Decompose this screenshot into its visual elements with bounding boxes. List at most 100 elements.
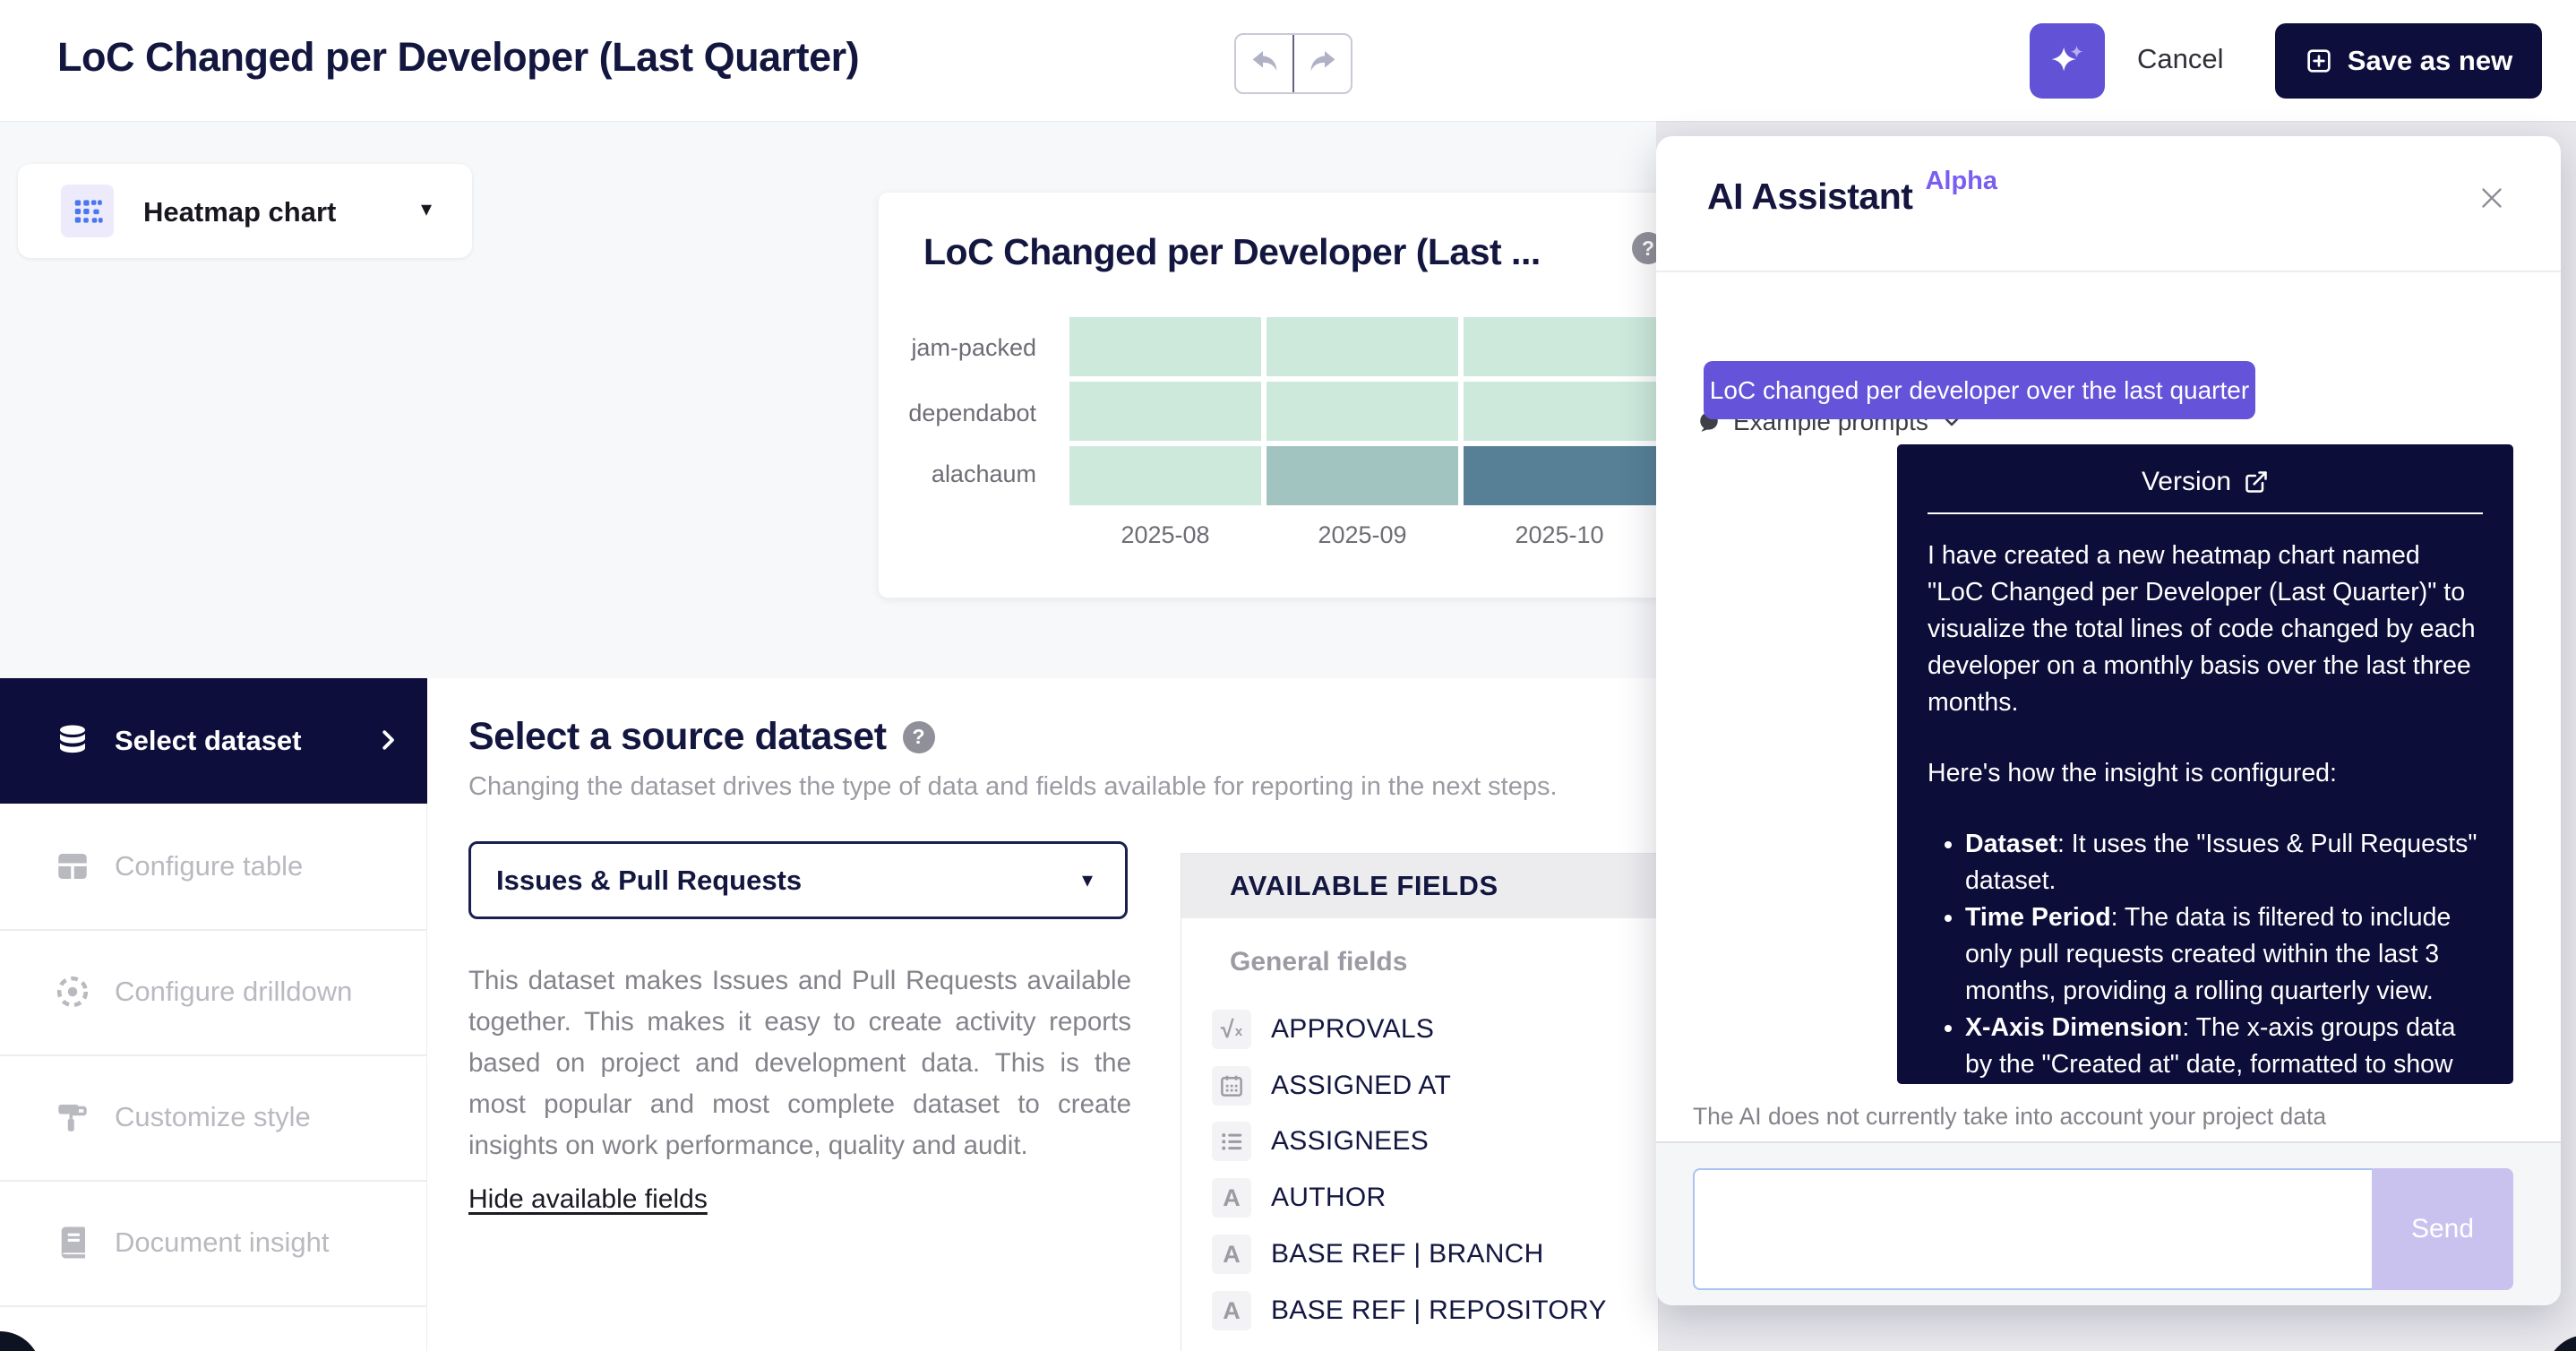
dataset-help-icon[interactable]: ? bbox=[903, 721, 935, 753]
ai-input-footer: Send bbox=[1656, 1141, 2561, 1305]
add-square-icon bbox=[2305, 47, 2333, 75]
sidebar-item-customize-style[interactable]: Customize style bbox=[0, 1054, 427, 1180]
send-button[interactable]: Send bbox=[2372, 1168, 2513, 1290]
dataset-select[interactable]: Issues & Pull Requests ▾ bbox=[468, 841, 1128, 919]
wizard-sidebar: Select dataset Configure table Configure… bbox=[0, 678, 427, 1351]
drilldown-target-icon bbox=[54, 973, 91, 1011]
available-fields-header: AVAILABLE FIELDS bbox=[1181, 854, 1658, 918]
sidebar-item-label: Select dataset bbox=[115, 725, 302, 757]
dataset-subtitle: Changing the dataset drives the type of … bbox=[468, 772, 1558, 802]
heatmap-col-label: 2025-10 bbox=[1464, 521, 1655, 549]
book-icon bbox=[54, 1224, 91, 1261]
calendar-icon bbox=[1212, 1066, 1251, 1106]
chart-type-label: Heatmap chart bbox=[143, 196, 336, 228]
sidebar-item-select-dataset[interactable]: Select dataset bbox=[0, 678, 427, 804]
ai-prompt-input[interactable] bbox=[1693, 1168, 2372, 1290]
hide-available-fields-link[interactable]: Hide available fields bbox=[468, 1184, 708, 1215]
ai-message-bullet: Time Period: The data is filtered to inc… bbox=[1965, 899, 2483, 1010]
sidebar-item-label: Configure drilldown bbox=[115, 976, 352, 1008]
ai-assistant-button[interactable] bbox=[2030, 23, 2105, 99]
heatmap-cell bbox=[1464, 382, 1666, 441]
sparkle-icon bbox=[2047, 40, 2088, 82]
close-icon[interactable] bbox=[2475, 181, 2509, 215]
sidebar-item-label: Document insight bbox=[115, 1226, 330, 1259]
field-item-approvals[interactable]: √x APPROVALS bbox=[1212, 1002, 1434, 1056]
list-icon bbox=[1212, 1122, 1251, 1161]
field-item-author[interactable]: A AUTHOR bbox=[1212, 1171, 1386, 1225]
undo-button[interactable] bbox=[1236, 35, 1292, 92]
sidebar-item-configure-drilldown[interactable]: Configure drilldown bbox=[0, 929, 427, 1054]
dataset-heading-row: Select a source dataset ? bbox=[468, 715, 935, 759]
field-label: BASE REF | BRANCH bbox=[1271, 1239, 1544, 1269]
alpha-badge: Alpha bbox=[1925, 167, 1997, 196]
heatmap-grid-icon bbox=[61, 185, 114, 237]
fields-group-label: General fields bbox=[1230, 947, 1407, 977]
page-title: LoC Changed per Developer (Last Quarter) bbox=[57, 34, 859, 81]
cancel-button[interactable]: Cancel bbox=[2137, 43, 2224, 75]
heatmap-cell bbox=[1069, 446, 1261, 505]
sidebar-divider bbox=[0, 1305, 427, 1307]
field-label: ASSIGNEES bbox=[1271, 1126, 1429, 1157]
ai-disclaimer: The AI does not currently take into acco… bbox=[1693, 1103, 2326, 1131]
heatmap-cell bbox=[1464, 446, 1666, 505]
sidebar-item-document-insight[interactable]: Document insight bbox=[0, 1180, 427, 1305]
paint-roller-icon bbox=[54, 1098, 91, 1136]
heatmap-row-label: jam-packed bbox=[879, 334, 1036, 362]
ai-message-body: I have created a new heatmap chart named… bbox=[1928, 538, 2483, 1084]
heatmap-row-label: dependabot bbox=[879, 400, 1036, 427]
redo-button[interactable] bbox=[1294, 35, 1351, 92]
database-icon bbox=[54, 722, 91, 760]
chevron-down-icon: ▾ bbox=[421, 196, 432, 222]
ai-message-bullet-list: Dataset: It uses the "Issues & Pull Requ… bbox=[1928, 826, 2483, 1084]
user-prompt-text: LoC changed per developer over the last … bbox=[1710, 376, 2249, 405]
chart-preview-title: LoC Changed per Developer (Last ... bbox=[923, 231, 1541, 273]
ai-header-divider bbox=[1656, 271, 2561, 272]
field-label: APPROVALS bbox=[1271, 1014, 1434, 1045]
ai-message-paragraph: I have created a new heatmap chart named… bbox=[1928, 538, 2483, 721]
field-item-base-ref-branch[interactable]: A BASE REF | BRANCH bbox=[1212, 1227, 1544, 1281]
version-link[interactable]: Version bbox=[1928, 462, 2483, 502]
field-label: AUTHOR bbox=[1271, 1183, 1386, 1213]
user-prompt-chip[interactable]: LoC changed per developer over the last … bbox=[1704, 361, 2255, 419]
sidebar-item-label: Configure table bbox=[115, 850, 303, 882]
field-label: BASE REF | REPOSITORY bbox=[1271, 1295, 1607, 1326]
field-label: ASSIGNED AT bbox=[1271, 1071, 1451, 1101]
text-field-icon: A bbox=[1212, 1178, 1251, 1218]
text-field-icon: A bbox=[1212, 1235, 1251, 1274]
heatmap-cell bbox=[1267, 446, 1458, 505]
heatmap-cell bbox=[1069, 317, 1261, 376]
ai-message-bullet: X-Axis Dimension: The x-axis groups data… bbox=[1965, 1010, 2483, 1084]
heatmap-cell bbox=[1069, 382, 1261, 441]
dataset-description: This dataset makes Issues and Pull Reque… bbox=[468, 960, 1131, 1166]
ai-message-bullet: Dataset: It uses the "Issues & Pull Requ… bbox=[1965, 826, 2483, 899]
sidebar-item-label: Customize style bbox=[115, 1101, 311, 1133]
dataset-select-value: Issues & Pull Requests bbox=[496, 865, 802, 897]
chart-preview-card: LoC Changed per Developer (Last ... ? ja… bbox=[879, 193, 1666, 598]
heatmap-col-label: 2025-08 bbox=[1069, 521, 1261, 549]
sidebar-item-configure-table[interactable]: Configure table bbox=[0, 804, 427, 929]
ai-panel-title: AI Assistant bbox=[1707, 176, 1912, 218]
heatmap-col-label: 2025-09 bbox=[1267, 521, 1458, 549]
ai-message-paragraph: Here's how the insight is configured: bbox=[1928, 755, 2483, 792]
heatmap-cell bbox=[1267, 317, 1458, 376]
external-link-icon bbox=[2244, 469, 2269, 495]
available-fields-panel: AVAILABLE FIELDS General fields √x APPRO… bbox=[1181, 853, 1659, 1351]
field-item-assignees[interactable]: ASSIGNEES bbox=[1212, 1114, 1429, 1168]
text-field-icon: A bbox=[1212, 1291, 1251, 1330]
field-item-assigned-at[interactable]: ASSIGNED AT bbox=[1212, 1059, 1451, 1113]
save-as-new-button[interactable]: Save as new bbox=[2275, 23, 2542, 99]
app-root: LoC Changed per Developer (Last Quarter)… bbox=[0, 0, 2576, 1351]
version-label: Version bbox=[2142, 467, 2231, 497]
ai-message-card: Version I have created a new heatmap cha… bbox=[1897, 444, 2513, 1084]
redo-icon bbox=[1309, 49, 1337, 78]
field-item-base-ref-repository[interactable]: A BASE REF | REPOSITORY bbox=[1212, 1284, 1607, 1338]
chevron-right-icon bbox=[374, 727, 401, 753]
ai-assistant-panel: AI Assistant Alpha Example prompts LoC c… bbox=[1656, 136, 2561, 1305]
dataset-heading: Select a source dataset bbox=[468, 715, 887, 759]
chart-type-selector[interactable]: Heatmap chart ▾ bbox=[18, 164, 472, 258]
formula-icon: √x bbox=[1212, 1010, 1251, 1049]
heatmap-cell bbox=[1267, 382, 1458, 441]
chevron-down-icon: ▾ bbox=[1082, 867, 1093, 893]
table-icon bbox=[54, 848, 91, 885]
undo-icon bbox=[1250, 49, 1279, 78]
